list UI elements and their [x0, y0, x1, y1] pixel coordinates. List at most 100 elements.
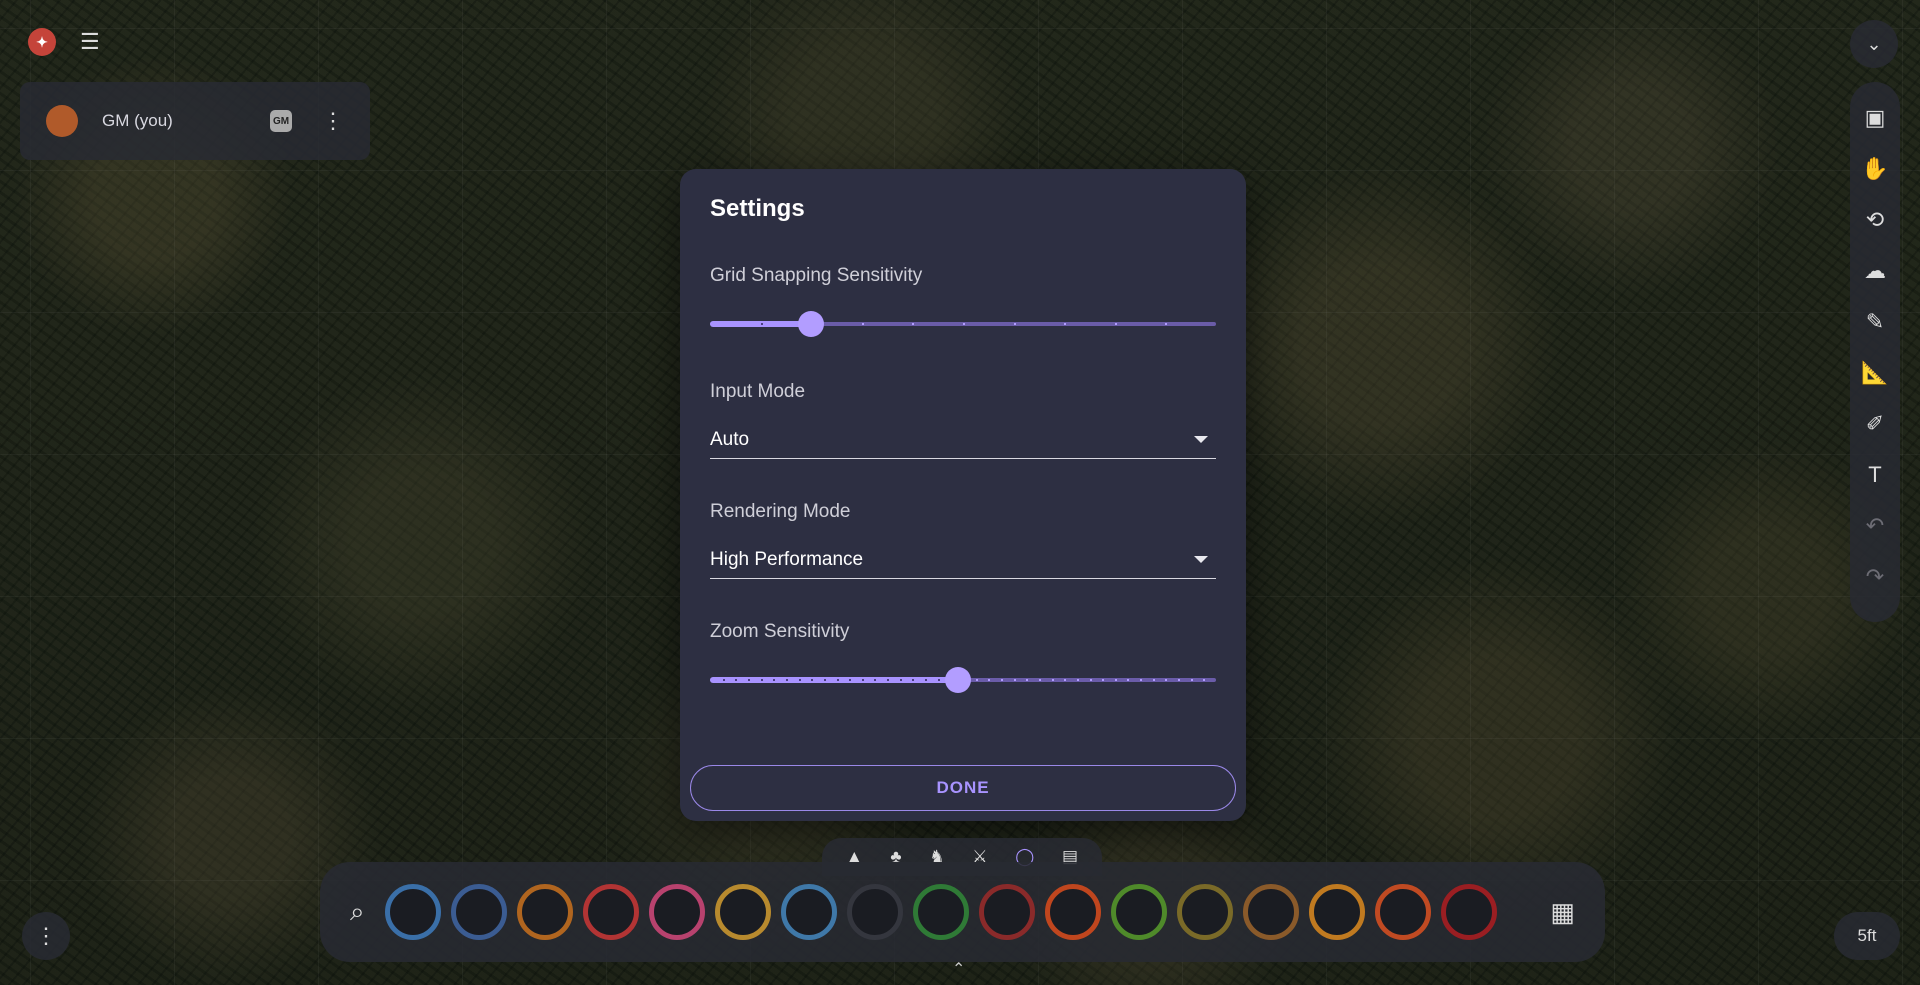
- chevron-up-icon[interactable]: ⌃: [952, 959, 965, 979]
- token-bar: ⌕ ▦: [320, 862, 1605, 962]
- undo-icon[interactable]: ↶: [1855, 500, 1895, 551]
- slider-step-mark: [1114, 323, 1117, 325]
- fog-tool-icon[interactable]: ⟲: [1855, 194, 1895, 245]
- slider-step-mark: [887, 679, 890, 681]
- slider-step-mark: [1190, 679, 1193, 681]
- condition-restrained-icon[interactable]: [1176, 884, 1233, 940]
- slider-step-mark: [823, 679, 826, 681]
- text-tool-icon[interactable]: T: [1855, 449, 1895, 500]
- condition-unconscious-icon[interactable]: [846, 884, 903, 940]
- condition-dead-icon[interactable]: [1440, 884, 1497, 940]
- slider-step-mark: [1076, 679, 1079, 681]
- dropdown-caret-icon: [1194, 436, 1208, 443]
- slider-step-mark: [1089, 679, 1092, 681]
- slider-step-mark: [1000, 679, 1003, 681]
- draw-pen-icon[interactable]: ✎: [1855, 296, 1895, 347]
- tool-sidebar: ▣ ✋ ⟲ ☁ ✎ 📐 ✐ T ↶ ↷: [1850, 82, 1900, 622]
- slider-step-mark: [760, 679, 763, 681]
- slider-step-mark: [899, 679, 902, 681]
- slider-step-mark: [1203, 679, 1206, 681]
- slider-step-mark: [1064, 679, 1067, 681]
- top-left-controls: ✦ ☰: [28, 28, 100, 56]
- condition-raging-icon[interactable]: [978, 884, 1035, 940]
- slider-step-mark: [811, 679, 814, 681]
- slider-step-mark: [773, 679, 776, 681]
- slider-step-mark: [1140, 679, 1143, 681]
- settings-dialog: Settings Grid Snapping Sensitivity Input…: [680, 169, 1246, 821]
- slider-step-mark: [925, 679, 928, 681]
- pointer-brush-icon[interactable]: ✐: [1855, 398, 1895, 449]
- search-icon[interactable]: ⌕: [350, 896, 365, 928]
- slider-step-mark: [1152, 679, 1155, 681]
- collapse-toolbar-button[interactable]: ⌄: [1850, 20, 1898, 68]
- grid-view-icon[interactable]: ▦: [1550, 897, 1575, 928]
- player-options-icon[interactable]: ⋮: [322, 108, 344, 134]
- zoom-sensitivity-label: Zoom Sensitivity: [710, 621, 850, 642]
- slider-step-mark: [722, 679, 725, 681]
- condition-blessed-icon[interactable]: [1110, 884, 1167, 940]
- slider-step-mark: [912, 679, 915, 681]
- slider-thumb[interactable]: [944, 667, 971, 693]
- slider-step-mark: [1127, 679, 1130, 681]
- grid-snapping-slider[interactable]: [710, 309, 1216, 339]
- condition-list: [384, 884, 1533, 940]
- slider-step-mark: [1165, 323, 1168, 325]
- slider-step-mark: [1102, 679, 1105, 681]
- app-logo-icon[interactable]: ✦: [28, 28, 56, 56]
- condition-bless-icon[interactable]: [912, 884, 969, 940]
- condition-paralyzed-icon[interactable]: [1374, 884, 1431, 940]
- player-panel: GM (you) GM ⋮: [20, 82, 370, 160]
- slider-step-mark: [861, 323, 864, 325]
- condition-hunter-s-mark-icon[interactable]: [1044, 884, 1101, 940]
- slider-step-mark: [760, 323, 763, 325]
- zoom-sensitivity-slider[interactable]: [710, 665, 1216, 695]
- more-options-button[interactable]: ⋮: [22, 912, 70, 960]
- slider-step-mark: [963, 323, 965, 325]
- rendering-mode-select[interactable]: High Performance: [710, 541, 1216, 579]
- slider-step-mark: [1064, 323, 1067, 325]
- condition-charmed-icon[interactable]: [648, 884, 705, 940]
- grid-scale-label: 5ft: [1857, 926, 1877, 945]
- expand-menu-icon[interactable]: ☰: [80, 29, 100, 55]
- slider-thumb[interactable]: [798, 311, 825, 337]
- player-color-avatar[interactable]: [46, 105, 78, 137]
- slider-step-mark: [798, 679, 801, 681]
- map-tool-icon[interactable]: ▣: [1855, 92, 1895, 143]
- chevron-down-icon: ⌄: [1866, 33, 1882, 54]
- done-button[interactable]: DONE: [690, 765, 1236, 811]
- measure-ruler-icon[interactable]: 📐: [1855, 347, 1895, 398]
- dropdown-caret-icon: [1194, 556, 1208, 563]
- condition-concentrating-icon[interactable]: [384, 884, 441, 940]
- slider-step-mark: [1013, 323, 1016, 325]
- player-name: GM (you): [102, 111, 173, 130]
- rendering-mode-value: High Performance: [710, 548, 864, 570]
- slider-step-mark: [747, 679, 750, 681]
- condition-invisible-icon[interactable]: [516, 884, 573, 940]
- redo-icon[interactable]: ↷: [1855, 551, 1895, 602]
- condition-deafened-icon[interactable]: [780, 884, 837, 940]
- slider-step-mark: [1038, 679, 1041, 681]
- dialog-title: Settings: [710, 195, 805, 222]
- slider-step-mark: [1013, 679, 1016, 681]
- condition-blinded-icon[interactable]: [1242, 884, 1299, 940]
- slider-step-mark: [1165, 679, 1168, 681]
- condition-grappled-icon[interactable]: [450, 884, 507, 940]
- cloud-tool-icon[interactable]: ☁: [1855, 245, 1895, 296]
- input-mode-select[interactable]: Auto: [710, 421, 1216, 459]
- slider-step-mark: [861, 679, 864, 681]
- condition-stunned-icon[interactable]: [714, 884, 771, 940]
- kebab-menu-icon: ⋮: [35, 923, 57, 948]
- slider-step-mark: [937, 679, 940, 681]
- gm-badge-icon: GM: [270, 110, 292, 132]
- slider-step-mark: [1178, 679, 1181, 681]
- slider-step-mark: [1026, 679, 1029, 681]
- condition-frightened-icon[interactable]: [582, 884, 639, 940]
- input-mode-value: Auto: [710, 428, 750, 450]
- slider-step-mark: [735, 679, 738, 681]
- move-tool-hand-icon[interactable]: ✋: [1855, 143, 1895, 194]
- slider-step-mark: [988, 679, 991, 681]
- slider-step-mark: [874, 679, 877, 681]
- slider-step-mark: [836, 679, 839, 681]
- grid-scale-button[interactable]: 5ft: [1834, 912, 1900, 960]
- condition-hasted-icon[interactable]: [1308, 884, 1365, 940]
